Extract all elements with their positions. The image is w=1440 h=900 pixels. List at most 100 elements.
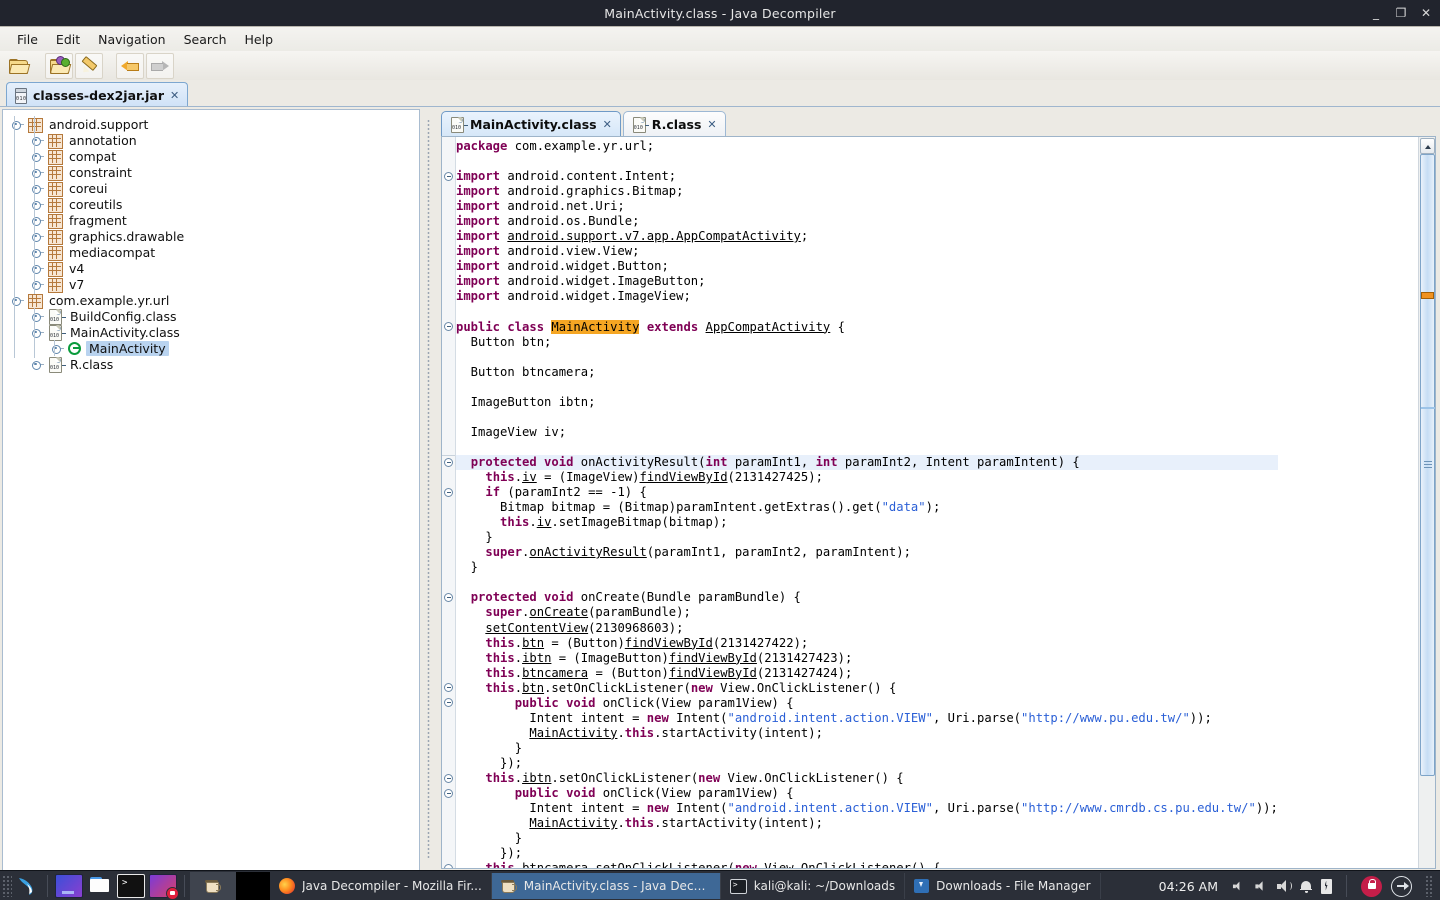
volume-mute-icon[interactable] [1232, 881, 1243, 891]
lock-screen-icon[interactable] [1361, 875, 1382, 897]
tree-expand-toggle-icon[interactable] [31, 278, 44, 291]
workspace-switcher-icon[interactable] [55, 874, 83, 898]
battery-icon[interactable] [1321, 878, 1332, 894]
code-fold-toggle-icon[interactable] [444, 593, 453, 602]
tree-expand-toggle-icon[interactable] [31, 166, 44, 179]
tree-item[interactable]: android.support [3, 116, 419, 133]
code-line: public void onClick(View param1View) { [514, 786, 794, 801]
tree-item[interactable]: v7 [3, 276, 419, 293]
close-button[interactable]: ✕ [1420, 7, 1432, 19]
tree-item[interactable]: fragment [3, 212, 419, 229]
tree-item[interactable]: 010 R.class [3, 356, 419, 373]
taskbar-window-java-decompiler[interactable]: MainActivity.class - Java Deco... [491, 873, 721, 899]
code-fold-toggle-icon[interactable] [444, 457, 453, 467]
menu-file[interactable]: File [8, 29, 47, 50]
tree-collapse-toggle-icon[interactable] [31, 326, 44, 339]
tree-item[interactable]: MainActivity [3, 340, 419, 356]
notification-bell-icon[interactable] [1300, 880, 1312, 893]
editor-vertical-scrollbar[interactable] [1418, 137, 1435, 868]
scrollbar-grip-icon [1424, 461, 1432, 462]
tree-item[interactable]: constraint [3, 164, 419, 181]
clock[interactable]: 04:26 AM [1159, 879, 1218, 894]
taskbar-drag-handle[interactable] [2, 875, 12, 897]
tree-item[interactable]: com.example.yr.url [3, 292, 419, 309]
panel-splitter[interactable] [421, 107, 437, 871]
menu-edit[interactable]: Edit [47, 29, 89, 50]
terminal-launcher-icon[interactable] [117, 874, 145, 898]
power-icon[interactable] [1391, 875, 1412, 897]
code-fold-toggle-icon[interactable] [444, 788, 453, 798]
volume-icon[interactable] [1277, 880, 1292, 892]
code-fold-toggle-icon[interactable] [444, 698, 453, 708]
back-button[interactable] [116, 52, 144, 79]
scroll-up-arrow-icon[interactable] [1420, 138, 1435, 154]
tree-item[interactable]: 010 MainActivity.class [3, 324, 419, 341]
tab-close-icon[interactable]: ✕ [603, 118, 612, 131]
tree-item[interactable]: mediacompat [3, 244, 419, 261]
tree-expand-toggle-icon[interactable] [31, 310, 44, 323]
java-window-thumbnail[interactable] [190, 872, 236, 900]
file-manager-launcher-icon[interactable] [87, 875, 113, 897]
scrollbar-thumb[interactable] [1420, 154, 1435, 776]
code-fold-toggle-icon[interactable] [444, 773, 453, 783]
package-tree-panel[interactable]: android.support annotation compat constrain… [2, 109, 420, 871]
volume-low-icon[interactable] [1255, 881, 1266, 891]
open-file-button[interactable] [4, 53, 32, 79]
jar-tab-close-icon[interactable]: ✕ [170, 89, 179, 102]
tree-item[interactable]: v4 [3, 260, 419, 277]
taskbar-window-terminal[interactable]: kali@kali: ~/Downloads [721, 873, 906, 899]
kali-menu-icon[interactable] [15, 874, 39, 898]
minimize-button[interactable]: _ [1370, 7, 1382, 19]
tree-expand-toggle-icon[interactable] [31, 358, 44, 371]
tree-expand-toggle-icon[interactable] [31, 262, 44, 275]
screen-recorder-launcher-icon[interactable] [149, 874, 179, 900]
tree-expand-toggle-icon[interactable] [31, 198, 44, 211]
menu-help[interactable]: Help [236, 29, 283, 50]
taskbar-window-firefox[interactable]: Java Decompiler - Mozilla Fir... [270, 873, 492, 899]
maximize-button[interactable]: ❐ [1395, 7, 1407, 19]
code-line: import android.support.v7.app.AppCompatA… [456, 229, 809, 244]
back-arrow-icon [121, 59, 139, 73]
code-viewer[interactable]: package com.example.yr.url; import andro… [441, 136, 1436, 869]
tree-collapse-toggle-icon[interactable] [11, 294, 24, 307]
search-match-marker[interactable] [1421, 292, 1434, 299]
tree-expand-toggle-icon[interactable] [51, 342, 64, 355]
taskbar-window-file-manager[interactable]: Downloads - File Manager [905, 873, 1101, 899]
tree-item[interactable]: graphics.drawable [3, 228, 419, 245]
open-type-button[interactable] [45, 52, 73, 79]
firefox-icon [279, 878, 295, 894]
tab-r-class[interactable]: 010 R.class ✕ [622, 111, 726, 136]
code-fold-toggle-icon[interactable] [444, 487, 453, 497]
code-fold-toggle-icon[interactable] [444, 683, 453, 693]
taskbar-right-handle[interactable] [1425, 875, 1434, 897]
tree-item[interactable]: compat [3, 148, 419, 165]
code-text-area[interactable]: package com.example.yr.url; import andro… [456, 137, 1419, 868]
tab-close-icon[interactable]: ✕ [707, 118, 716, 131]
package-tree: android.support annotation compat constrain… [3, 110, 419, 373]
code-line: import android.os.Bundle; [456, 214, 640, 229]
tree-item[interactable]: coreutils [3, 196, 419, 213]
menu-navigation[interactable]: Navigation [89, 29, 174, 50]
code-fold-toggle-icon[interactable] [444, 171, 453, 181]
tree-expand-toggle-icon[interactable] [31, 182, 44, 195]
tree-item[interactable]: annotation [3, 132, 419, 149]
tree-expand-toggle-icon[interactable] [31, 230, 44, 243]
code-fold-toggle-icon[interactable] [444, 322, 453, 332]
fold-gutter[interactable] [442, 137, 456, 868]
tree-expand-toggle-icon[interactable] [31, 150, 44, 163]
tree-item[interactable]: coreui [3, 180, 419, 197]
tree-expand-toggle-icon[interactable] [31, 246, 44, 259]
blank-window-thumbnail[interactable] [236, 872, 270, 900]
tree-expand-toggle-icon[interactable] [31, 134, 44, 147]
edit-icon [80, 55, 98, 75]
tab-mainactivity-class[interactable]: 010 MainActivity.class ✕ [441, 111, 621, 136]
menubar: File Edit Navigation Search Help [0, 27, 1440, 52]
jar-tab-classes-dex2jar[interactable]: 010 classes-dex2jar.jar ✕ [6, 82, 189, 107]
code-fold-toggle-icon[interactable] [444, 863, 453, 868]
edit-button[interactable] [75, 52, 103, 79]
menu-search[interactable]: Search [175, 29, 236, 50]
forward-button[interactable] [146, 52, 174, 79]
tree-expand-toggle-icon[interactable] [31, 214, 44, 227]
tree-item[interactable]: 010 BuildConfig.class [3, 308, 419, 325]
tree-collapse-toggle-icon[interactable] [11, 118, 24, 131]
